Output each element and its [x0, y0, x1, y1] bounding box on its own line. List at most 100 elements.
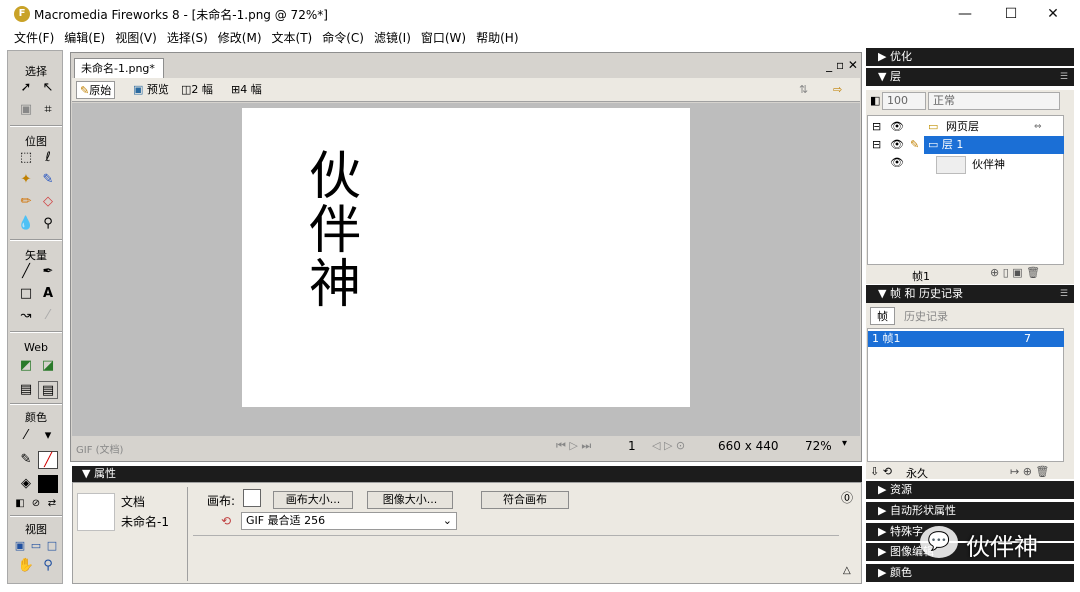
eraser-tool-icon[interactable]: ◇: [38, 193, 58, 211]
rubber-stamp-icon[interactable]: ⚲: [38, 215, 58, 233]
frame-tools-icon[interactable]: ↦ ⊕ 🗑: [1010, 465, 1049, 478]
layer-row-selected[interactable]: ⊟ 👁 ✎ ▭ 层 1: [868, 136, 1064, 154]
layer-row[interactable]: ⊟ 👁 ▭ 网页层 ⇔: [868, 118, 1064, 136]
full-screen-icon[interactable]: □: [42, 537, 62, 555]
export-icon[interactable]: ⇅: [796, 81, 811, 99]
blend-mode-select[interactable]: 正常: [928, 92, 1060, 110]
panel-auto-shape[interactable]: ▶ 自动形状属性: [866, 502, 1074, 520]
panel-options-icon[interactable]: ☰: [1060, 285, 1068, 303]
divider: [187, 487, 188, 581]
document-tab[interactable]: 未命名-1.png*: [74, 58, 164, 78]
quick-export-icon[interactable]: ⇨: [830, 81, 845, 99]
text-tool-icon[interactable]: A: [38, 285, 58, 303]
fill-color-icon[interactable]: ◈: [16, 475, 36, 493]
menu-text[interactable]: 文本(T): [267, 28, 318, 48]
freeform-tool-icon[interactable]: ↝: [16, 307, 36, 325]
expand-icon[interactable]: ⊟: [872, 136, 881, 154]
eye-icon[interactable]: 👁: [890, 136, 904, 154]
rectangle-tool-icon[interactable]: □: [16, 285, 36, 303]
fit-canvas-button[interactable]: 符合画布: [481, 491, 569, 509]
folder-icon: ▭: [928, 120, 939, 133]
close-button[interactable]: ✕: [1030, 0, 1076, 28]
layer-tools-icon[interactable]: ⊕ ▯ ▣ 🗑: [990, 266, 1040, 279]
document-status-bar: GIF (文档) ⏮ ▷ ⏭ 1 ◁ ▷ ⊙ 660 x 440 72% ▾: [72, 436, 860, 458]
scale-tool-icon[interactable]: ▣: [16, 101, 36, 119]
maximize-button[interactable]: ☐: [988, 0, 1034, 28]
frame-row[interactable]: 1 帧1 7: [868, 331, 1064, 347]
view-4up-button[interactable]: ⊞4 幅: [228, 81, 265, 99]
show-slices-icon[interactable]: ▤: [38, 381, 58, 399]
panel-optimize[interactable]: ▶ 优化: [866, 48, 1074, 66]
menu-commands[interactable]: 命令(C): [317, 28, 369, 48]
swap-colors-icon[interactable]: ⇄: [42, 495, 62, 513]
eyedropper-tool-icon[interactable]: ⁄: [16, 427, 36, 445]
frame-nav-icon[interactable]: ◁ ▷ ⊙: [652, 439, 685, 452]
expand-icon[interactable]: ⊟: [872, 118, 881, 136]
eye-icon[interactable]: 👁: [890, 118, 904, 136]
watermark-text: 伙伴神: [966, 533, 1038, 561]
panel-options-icon[interactable]: ☰: [1060, 68, 1068, 86]
menu-modify[interactable]: 修改(M): [213, 28, 267, 48]
optimize-select[interactable]: GIF 最合适 256 ⌄: [241, 512, 457, 530]
marquee-tool-icon[interactable]: ⬚: [16, 149, 36, 167]
menu-filters[interactable]: 滤镜(I): [369, 28, 416, 48]
eye-icon[interactable]: 👁: [890, 154, 904, 172]
help-icon[interactable]: ⓪: [841, 489, 853, 506]
hide-slices-icon[interactable]: ▤: [16, 381, 36, 399]
properties-header[interactable]: ▼ 属性: [72, 466, 862, 482]
frame-delay: 7: [1024, 332, 1031, 345]
opacity-field[interactable]: 100: [882, 92, 926, 110]
fill-swatch[interactable]: [38, 475, 58, 493]
collapse-icon[interactable]: △: [843, 565, 851, 576]
pen-tool-icon[interactable]: ✒: [38, 263, 58, 281]
menu-help[interactable]: 帮助(H): [471, 28, 523, 48]
image-size-button[interactable]: 图像大小...: [367, 491, 453, 509]
tab-frames[interactable]: 帧: [870, 307, 895, 325]
blur-tool-icon[interactable]: 💧: [16, 215, 36, 233]
panel-colors[interactable]: ▶ 颜色: [866, 564, 1074, 582]
menu-window[interactable]: 窗口(W): [416, 28, 471, 48]
view-preview-button[interactable]: ▣ 预览: [130, 81, 172, 99]
chevron-down-icon[interactable]: ▾: [842, 438, 847, 449]
hand-tool-icon[interactable]: ✋: [16, 557, 36, 575]
canvas-text[interactable]: 伙伴神: [309, 150, 369, 312]
slice-tool-icon[interactable]: ◪: [38, 357, 58, 375]
panel-layers-header[interactable]: ▼ 层 ☰: [866, 68, 1074, 86]
pencil-tool-icon[interactable]: ✏: [16, 193, 36, 211]
canvas-color-swatch[interactable]: [243, 489, 261, 507]
object-row[interactable]: 👁 伙伴神: [868, 154, 1064, 176]
layer-name-selected: ▭ 层 1: [924, 136, 1064, 154]
menu-select[interactable]: 选择(S): [162, 28, 213, 48]
minimize-button[interactable]: —: [942, 0, 988, 28]
zoom-select[interactable]: 72%: [805, 439, 832, 453]
tab-history[interactable]: 历史记录: [904, 308, 948, 324]
lasso-tool-icon[interactable]: ℓ: [38, 149, 58, 167]
line-tool-icon[interactable]: ╱: [16, 263, 36, 281]
zoom-tool-icon[interactable]: ⚲: [38, 557, 58, 575]
document-window-controls[interactable]: _ ▫ ✕: [808, 58, 858, 72]
brush-tool-icon[interactable]: ✎: [38, 171, 58, 189]
menu-edit[interactable]: 编辑(E): [59, 28, 110, 48]
frame-controls-icon[interactable]: ⏮ ▷ ⏭: [556, 439, 591, 453]
pencil-icon[interactable]: ✎: [910, 136, 919, 154]
paint-bucket-icon[interactable]: ▾: [38, 427, 58, 445]
hotspot-tool-icon[interactable]: ◩: [16, 357, 36, 375]
menu-file[interactable]: 文件(F): [9, 28, 59, 48]
canvas-size-button[interactable]: 画布大小...: [273, 491, 353, 509]
magic-wand-icon[interactable]: ✦: [16, 171, 36, 189]
stroke-color-icon[interactable]: ✎: [16, 451, 36, 469]
knife-tool-icon[interactable]: ⁄: [38, 307, 58, 325]
layer-name: 层 1: [941, 138, 964, 151]
subselect-tool-icon[interactable]: ↖: [38, 79, 58, 97]
stroke-swatch[interactable]: ╱: [38, 451, 58, 469]
tools-vector-heading: 矢量: [25, 249, 47, 262]
loop-icon[interactable]: ⇩ ⟲: [870, 465, 892, 478]
loop-value[interactable]: 永久: [906, 465, 928, 481]
crop-tool-icon[interactable]: ⌗: [38, 101, 58, 119]
menu-view[interactable]: 视图(V): [110, 28, 162, 48]
panel-assets[interactable]: ▶ 资源: [866, 481, 1074, 499]
panel-frames-history-header[interactable]: ▼ 帧 和 历史记录 ☰: [866, 285, 1074, 303]
view-2up-button[interactable]: ◫2 幅: [178, 81, 216, 99]
pointer-tool-icon[interactable]: ➚: [16, 79, 36, 97]
view-original-button[interactable]: ✎原始: [76, 81, 116, 99]
